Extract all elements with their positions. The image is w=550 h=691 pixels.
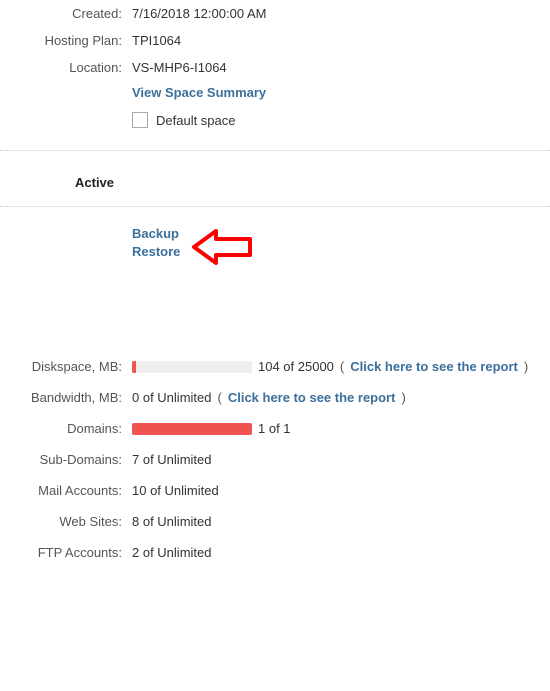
default-space-checkbox[interactable] — [132, 112, 148, 128]
diskspace-text: 104 of 25000 — [258, 359, 334, 374]
domains-bar — [132, 423, 252, 435]
domains-row: Domains: 1 of 1 — [0, 413, 550, 444]
paren-open-2: ( — [217, 390, 221, 405]
backup-link[interactable]: Backup — [132, 225, 550, 243]
location-value: VS-MHP6-I1064 — [132, 60, 550, 75]
mail-accounts-text: 10 of Unlimited — [132, 483, 550, 498]
bandwidth-value: 0 of Unlimited ( Click here to see the re… — [132, 390, 550, 405]
ftp-accounts-label: FTP Accounts: — [0, 545, 132, 560]
status-section: Active — [0, 159, 550, 207]
status-active: Active — [75, 175, 114, 190]
web-sites-text: 8 of Unlimited — [132, 514, 550, 529]
default-space-label: Default space — [156, 113, 236, 128]
actions: Backup Restore — [132, 219, 550, 281]
created-row: Created: 7/16/2018 12:00:00 AM — [0, 0, 550, 27]
default-space-row: Default space — [132, 104, 550, 142]
view-space-summary-link[interactable]: View Space Summary — [132, 85, 266, 100]
bandwidth-report-link[interactable]: Click here to see the report — [228, 390, 396, 405]
domains-text: 1 of 1 — [258, 421, 291, 436]
mail-accounts-row: Mail Accounts: 10 of Unlimited — [0, 475, 550, 506]
domains-value: 1 of 1 — [132, 421, 550, 436]
created-label: Created: — [0, 6, 132, 21]
paren-open: ( — [340, 359, 344, 374]
restore-link[interactable]: Restore — [132, 243, 550, 261]
hosting-plan-row: Hosting Plan: TPI1064 — [0, 27, 550, 54]
diskspace-label: Diskspace, MB: — [0, 359, 132, 374]
diskspace-bar — [132, 361, 252, 373]
web-sites-label: Web Sites: — [0, 514, 132, 529]
paren-close: ) — [524, 359, 528, 374]
bandwidth-row: Bandwidth, MB: 0 of Unlimited ( Click her… — [0, 382, 550, 413]
hosting-plan-value: TPI1064 — [132, 33, 550, 48]
diskspace-value: 104 of 25000 ( Click here to see the repo… — [132, 359, 550, 374]
bandwidth-label: Bandwidth, MB: — [0, 390, 132, 405]
divider-1 — [0, 150, 550, 151]
bandwidth-text: 0 of Unlimited — [132, 390, 211, 405]
sub-domains-label: Sub-Domains: — [0, 452, 132, 467]
web-sites-row: Web Sites: 8 of Unlimited — [0, 506, 550, 537]
ftp-accounts-text: 2 of Unlimited — [132, 545, 550, 560]
location-row: Location: VS-MHP6-I1064 — [0, 54, 550, 81]
diskspace-report-link[interactable]: Click here to see the report — [350, 359, 518, 374]
diskspace-row: Diskspace, MB: 104 of 25000 ( Click here … — [0, 351, 550, 382]
paren-close-2: ) — [401, 390, 405, 405]
sub-domains-row: Sub-Domains: 7 of Unlimited — [0, 444, 550, 475]
diskspace-bar-fill — [132, 361, 136, 373]
hosting-plan-label: Hosting Plan: — [0, 33, 132, 48]
sub-domains-text: 7 of Unlimited — [132, 452, 550, 467]
location-label: Location: — [0, 60, 132, 75]
domains-label: Domains: — [0, 421, 132, 436]
view-space-summary-wrap: View Space Summary — [132, 81, 550, 104]
ftp-accounts-row: FTP Accounts: 2 of Unlimited — [0, 537, 550, 568]
mail-accounts-label: Mail Accounts: — [0, 483, 132, 498]
created-value: 7/16/2018 12:00:00 AM — [132, 6, 550, 21]
domains-bar-fill — [132, 423, 252, 435]
stats-section: Diskspace, MB: 104 of 25000 ( Click here … — [0, 351, 550, 568]
